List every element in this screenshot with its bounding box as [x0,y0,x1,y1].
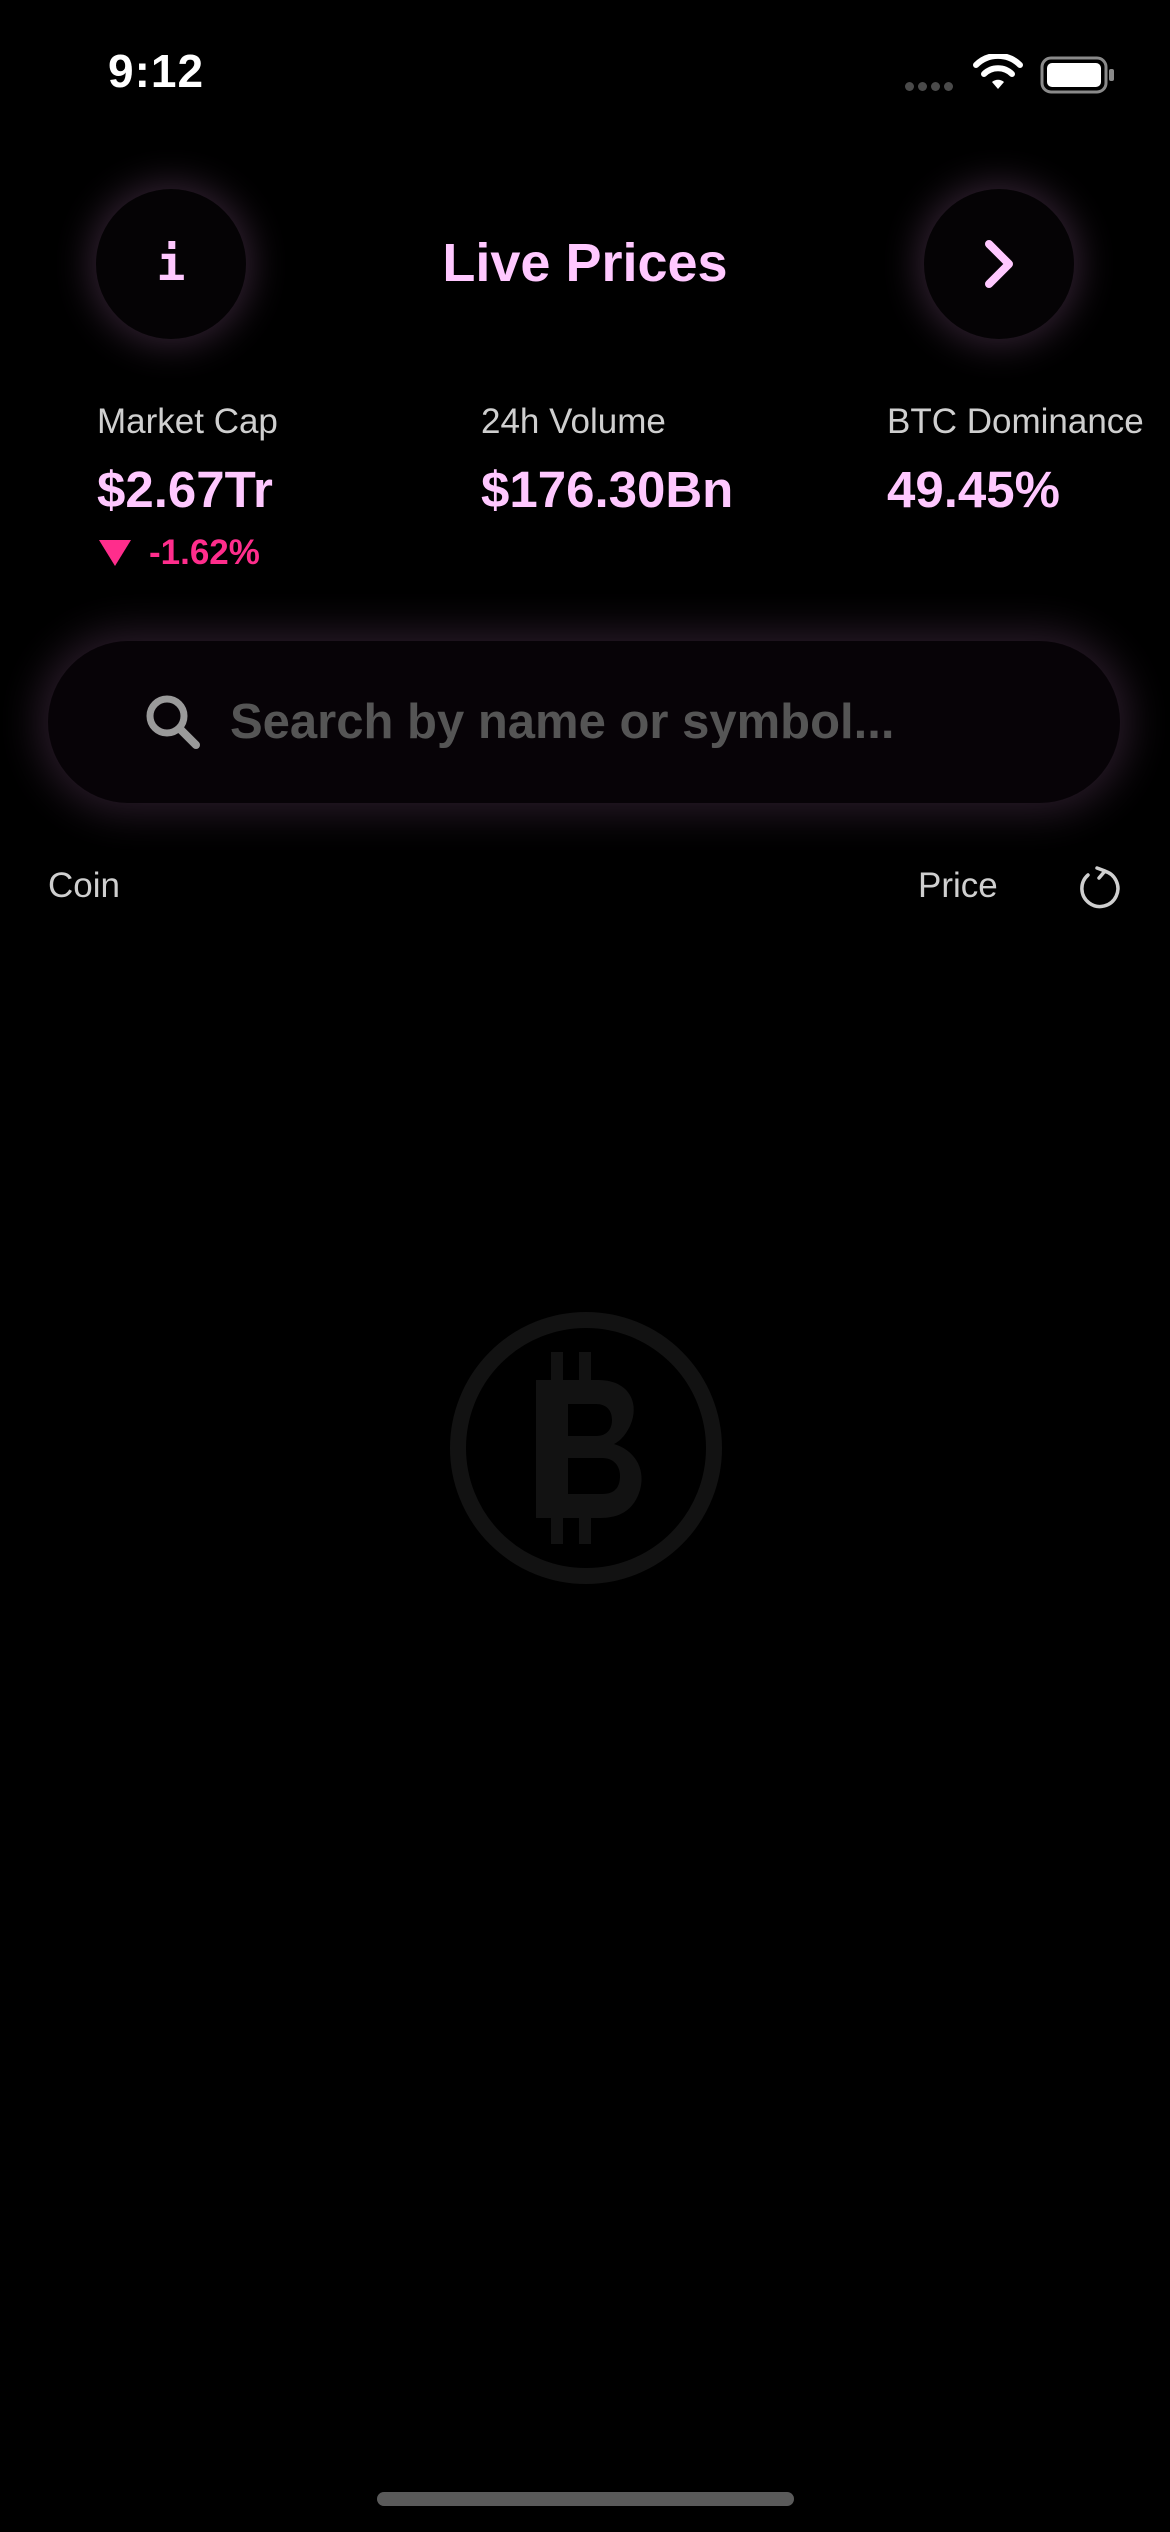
stat-change-value: -1.62% [149,533,260,572]
triangle-down-icon [99,540,131,566]
stat-btc-dominance: BTC Dominance 49.45% [887,402,1144,519]
status-time: 9:12 [108,45,205,97]
stat-volume: 24h Volume $176.30Bn [481,402,733,519]
stat-label: BTC Dominance [887,402,1144,441]
stat-label: 24h Volume [481,402,666,441]
chevron-right-icon [985,240,1013,288]
battery-icon [1040,56,1114,94]
stat-value: $176.30Bn [481,461,734,518]
column-header-price[interactable]: Price [918,866,998,906]
stat-label: Market Cap [97,402,278,441]
column-header-coin[interactable]: Coin [48,866,120,906]
wifi-icon [973,54,1023,89]
search-bar[interactable] [48,641,1120,803]
stat-value: $2.67Tr [97,461,273,518]
next-button[interactable] [924,189,1074,339]
refresh-icon[interactable] [1077,866,1121,910]
home-indicator[interactable] [377,2492,794,2506]
bitcoin-icon [450,1312,722,1584]
search-input[interactable] [230,685,1070,759]
search-icon [146,695,200,749]
live-prices-screen: 9:12 i Live Prices Market Cap $2.67Tr -1… [0,0,1170,2532]
stat-market-cap: Market Cap $2.67Tr -1.62% [97,402,278,573]
stat-value: 49.45% [887,461,1060,518]
cellular-signal-icon [905,78,957,96]
stat-change: -1.62% [97,533,278,573]
